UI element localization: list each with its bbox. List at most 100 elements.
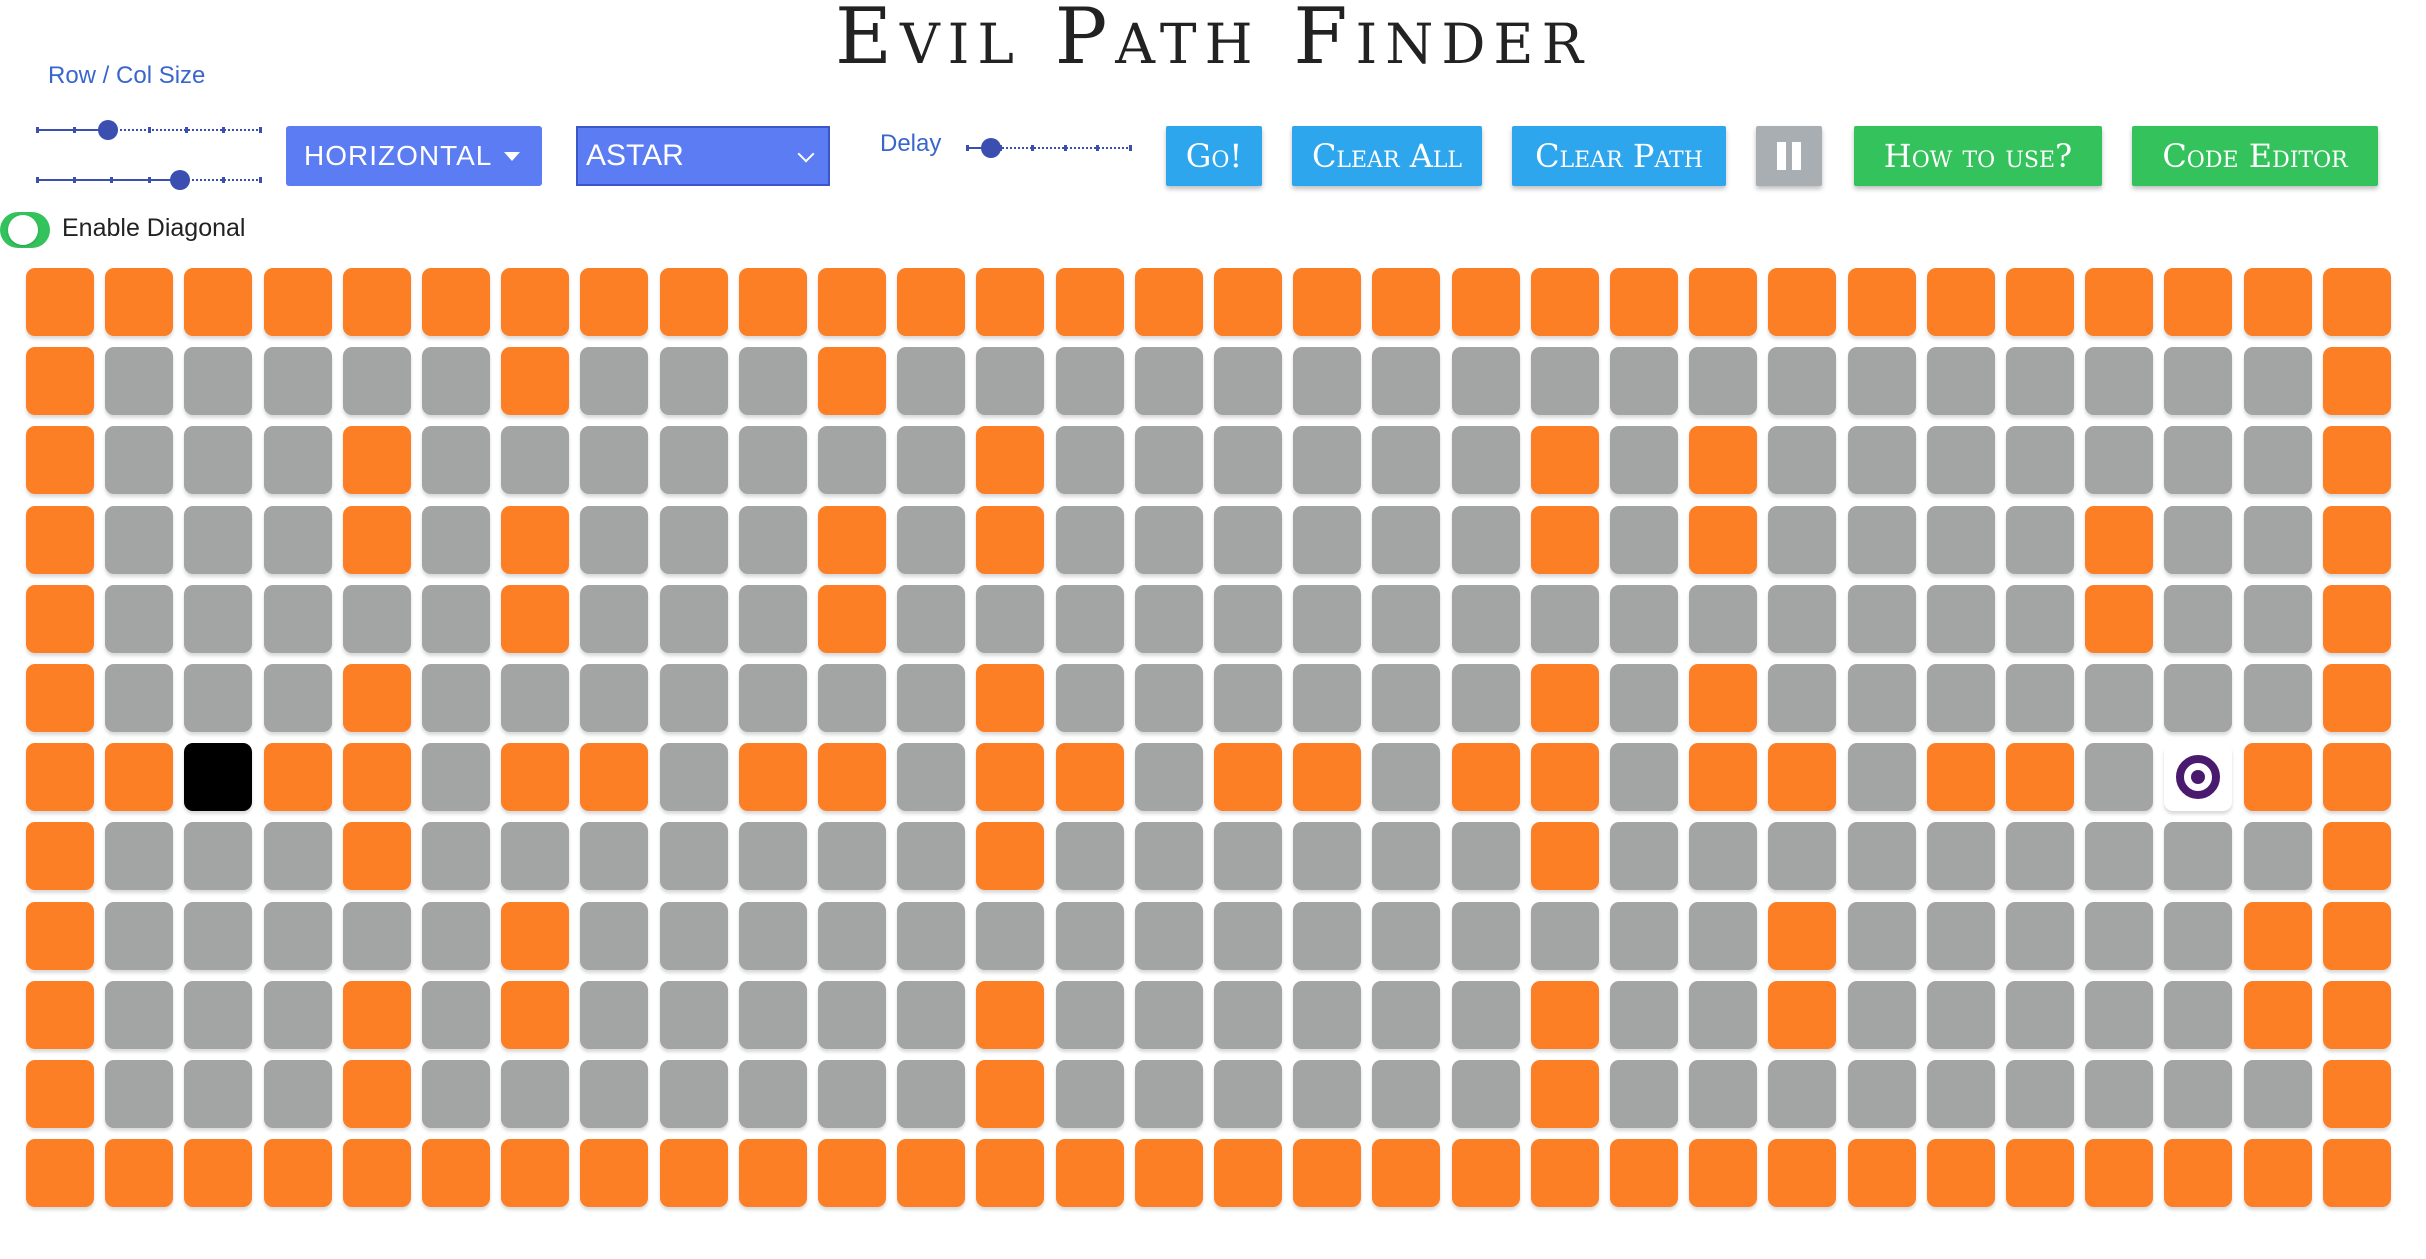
grid-cell-empty[interactable] [818,664,886,732]
grid-cell-empty[interactable] [897,1060,965,1128]
grid-cell-wall[interactable] [1056,1139,1124,1207]
grid-cell-empty[interactable] [818,1060,886,1128]
grid-cell-empty[interactable] [1293,822,1361,890]
grid-cell-wall[interactable] [1689,743,1757,811]
grid-cell-wall[interactable] [343,426,411,494]
grid-cell-wall[interactable] [2323,664,2391,732]
grid-cell-wall[interactable] [343,1139,411,1207]
grid-cell-empty[interactable] [739,347,807,415]
grid-cell-wall[interactable] [1531,506,1599,574]
grid-cell-empty[interactable] [1927,664,1995,732]
grid-cell-empty[interactable] [1848,981,1916,1049]
grid-cell-empty[interactable] [660,1060,728,1128]
grid-cell-empty[interactable] [2085,1060,2153,1128]
grid-cell-empty[interactable] [2085,822,2153,890]
grid-cell-empty[interactable] [2164,1060,2232,1128]
enable-diagonal-toggle[interactable] [0,212,50,248]
grid-cell-wall[interactable] [818,1139,886,1207]
grid-cell-wall[interactable] [1768,1139,1836,1207]
grid-cell-wall[interactable] [264,1139,332,1207]
grid-cell-wall[interactable] [897,1139,965,1207]
grid-cell-empty[interactable] [1610,506,1678,574]
grid-cell-empty[interactable] [660,426,728,494]
grid-cell-empty[interactable] [264,981,332,1049]
grid-cell-wall[interactable] [1848,268,1916,336]
grid-cell-wall[interactable] [1056,743,1124,811]
grid-cell-empty[interactable] [2164,585,2232,653]
grid-cell-wall[interactable] [501,1139,569,1207]
grid-cell-empty[interactable] [1214,1060,1282,1128]
grid-cell-empty[interactable] [264,506,332,574]
grid-cell-empty[interactable] [818,902,886,970]
grid-cell-wall[interactable] [2323,981,2391,1049]
grid-cell-wall[interactable] [2085,268,2153,336]
grid-cell-wall[interactable] [501,347,569,415]
grid-cell-empty[interactable] [1927,506,1995,574]
grid-cell-wall[interactable] [1293,1139,1361,1207]
grid-cell-empty[interactable] [1056,506,1124,574]
grid-cell-empty[interactable] [2006,981,2074,1049]
grid-cell-empty[interactable] [105,426,173,494]
grid-cell-empty[interactable] [1848,1060,1916,1128]
grid-cell-wall[interactable] [976,268,1044,336]
grid-cell-empty[interactable] [501,1060,569,1128]
grid-cell-wall[interactable] [1056,268,1124,336]
grid-cell-empty[interactable] [2006,347,2074,415]
grid-cell-empty[interactable] [105,981,173,1049]
grid-cell-wall[interactable] [976,1139,1044,1207]
grid-cell-wall[interactable] [2085,585,2153,653]
grid-cell-wall[interactable] [422,268,490,336]
slider-thumb[interactable] [170,170,190,190]
grid-cell-empty[interactable] [2085,743,2153,811]
grid-cell-empty[interactable] [422,743,490,811]
grid-cell-empty[interactable] [1610,743,1678,811]
grid-cell-empty[interactable] [264,426,332,494]
grid-cell-wall[interactable] [976,506,1044,574]
grid-cell-empty[interactable] [1293,1060,1361,1128]
grid-cell-empty[interactable] [2164,902,2232,970]
col-size-slider[interactable] [36,170,262,190]
grid-cell-empty[interactable] [897,585,965,653]
grid-cell-wall[interactable] [1689,506,1757,574]
grid-cell-empty[interactable] [660,506,728,574]
grid-cell-wall[interactable] [1531,426,1599,494]
grid-cell-empty[interactable] [1610,902,1678,970]
grid-cell-empty[interactable] [2164,664,2232,732]
grid-cell-empty[interactable] [1610,664,1678,732]
grid-cell-empty[interactable] [1135,585,1203,653]
grid-cell-wall[interactable] [501,268,569,336]
grid-cell-wall[interactable] [2006,1139,2074,1207]
grid-cell-empty[interactable] [1372,981,1440,1049]
grid-cell-wall[interactable] [660,268,728,336]
grid-cell-empty[interactable] [976,347,1044,415]
grid-cell-empty[interactable] [1293,347,1361,415]
grid-cell-empty[interactable] [1135,1060,1203,1128]
grid-cell-empty[interactable] [1293,981,1361,1049]
grid-cell-empty[interactable] [1135,981,1203,1049]
grid-cell-empty[interactable] [1372,664,1440,732]
grid-cell-wall[interactable] [1214,743,1282,811]
grid-cell-empty[interactable] [1610,981,1678,1049]
grid-cell-empty[interactable] [818,981,886,1049]
grid-cell-empty[interactable] [2244,347,2312,415]
grid-cell-wall[interactable] [1135,1139,1203,1207]
grid-cell-empty[interactable] [1372,585,1440,653]
grid-cell-empty[interactable] [1610,347,1678,415]
grid-cell-wall[interactable] [26,902,94,970]
grid-cell-empty[interactable] [422,902,490,970]
grid-cell-wall[interactable] [1372,1139,1440,1207]
grid-cell-wall[interactable] [1610,1139,1678,1207]
go-button[interactable]: Go! [1166,126,1262,186]
grid-cell-empty[interactable] [501,664,569,732]
grid-cell-empty[interactable] [2006,664,2074,732]
grid-cell-empty[interactable] [580,1060,648,1128]
grid-cell-empty[interactable] [739,426,807,494]
grid-cell-wall[interactable] [2006,743,2074,811]
grid-cell-empty[interactable] [818,426,886,494]
grid-cell-empty[interactable] [1452,981,1520,1049]
grid-cell-empty[interactable] [660,902,728,970]
grid-cell-empty[interactable] [1372,506,1440,574]
grid-cell-wall[interactable] [2323,506,2391,574]
grid-cell-empty[interactable] [1689,902,1757,970]
grid-cell-empty[interactable] [976,585,1044,653]
